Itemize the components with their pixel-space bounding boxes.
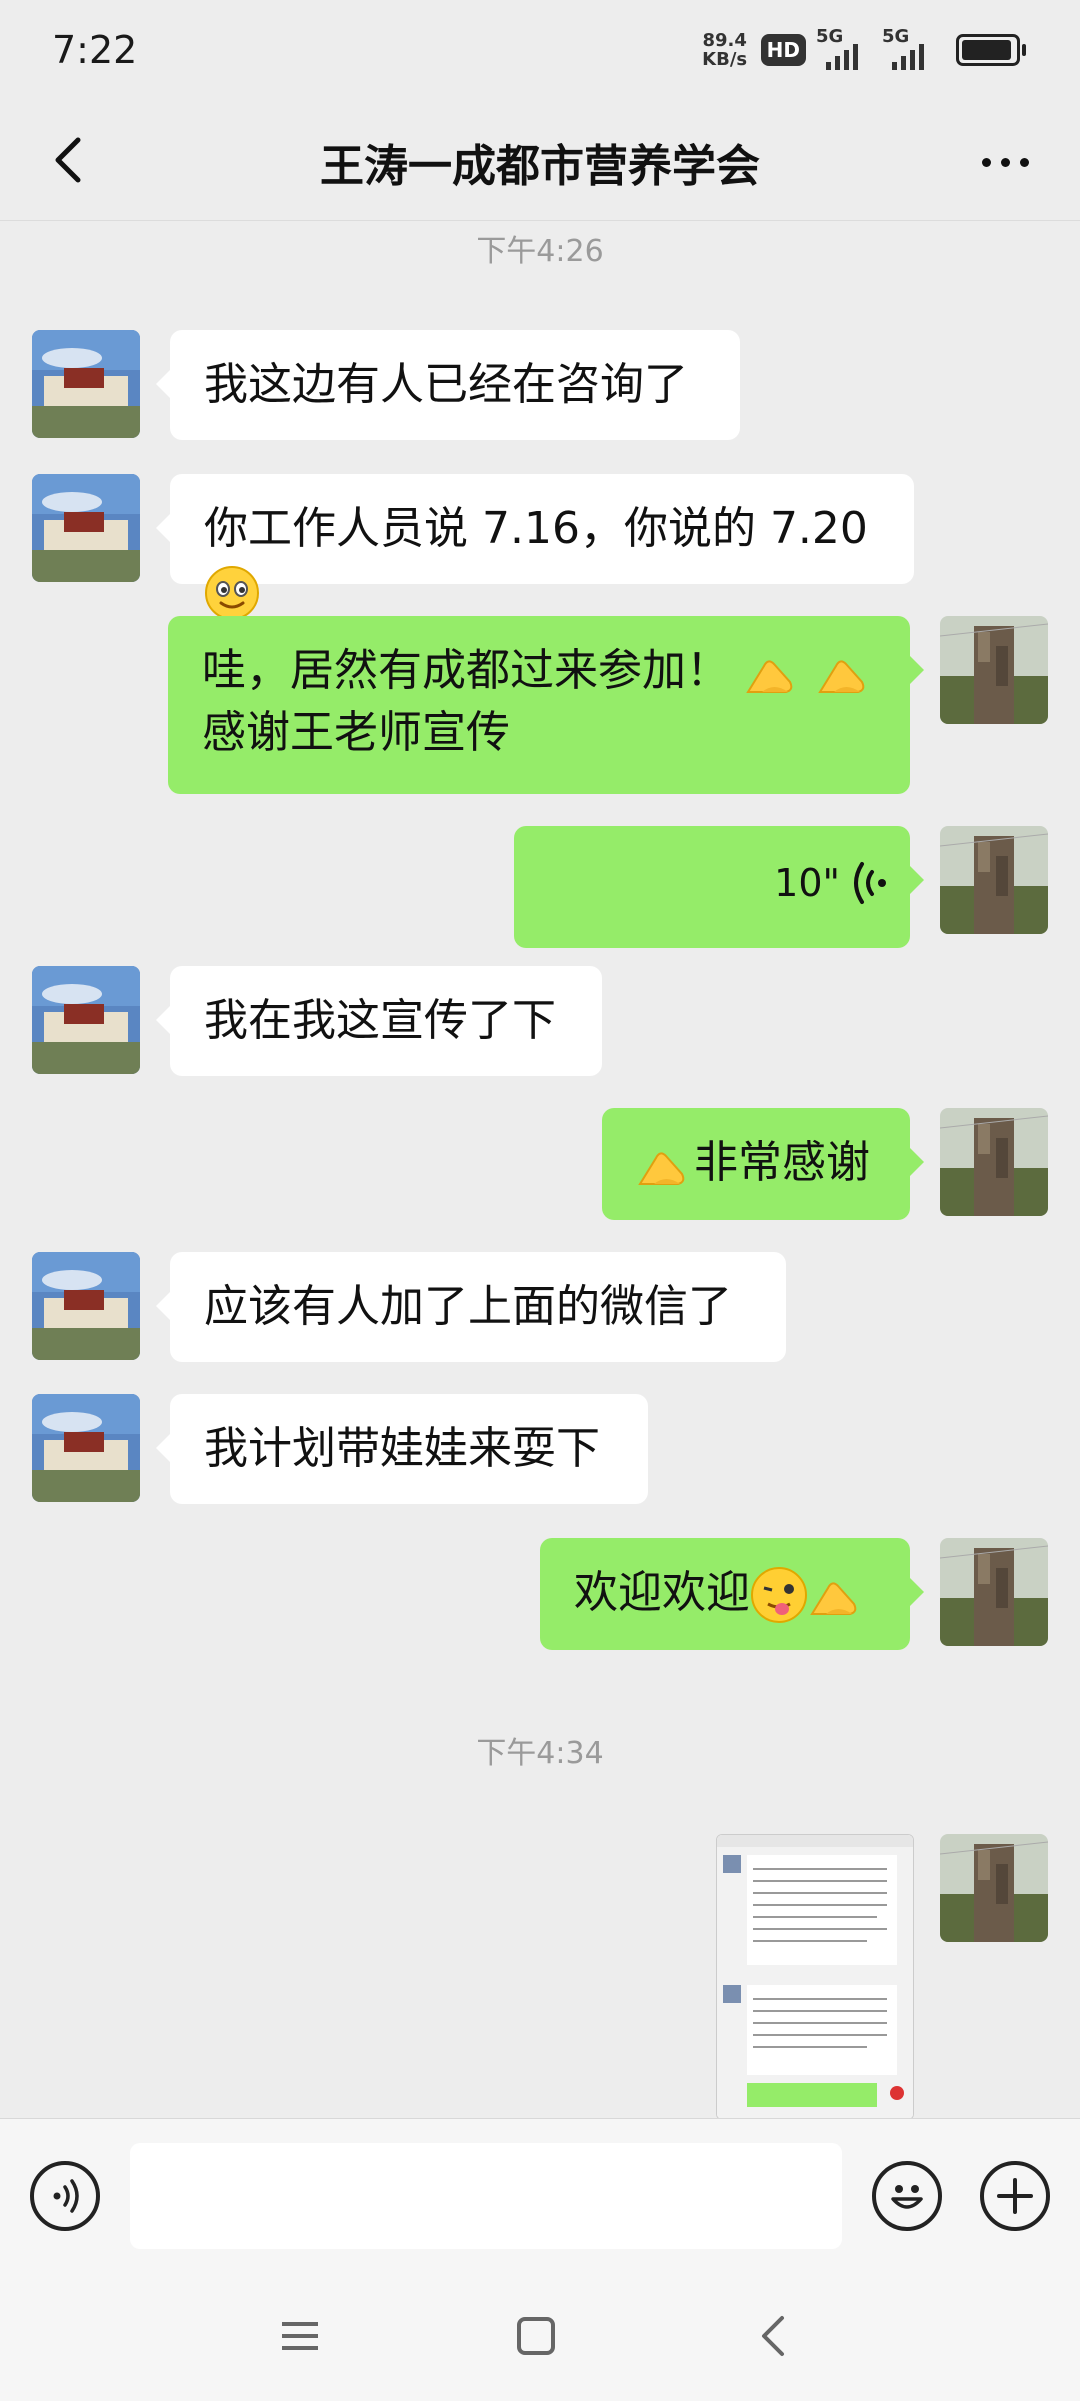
message-text: 哇，居然有成都过来参加！ <box>202 645 730 696</box>
contact-avatar[interactable] <box>32 1394 140 1502</box>
message-bubble[interactable]: 应该有人加了上面的微信了 <box>156 1252 786 1362</box>
voice-input-icon <box>53 2179 79 2213</box>
contact-avatar[interactable] <box>32 474 140 582</box>
message-bubble[interactable]: 我计划带娃娃来耍下 <box>156 1394 648 1504</box>
message-bubble[interactable]: 非常感谢 <box>602 1108 924 1220</box>
voice-duration: 10" <box>774 861 840 905</box>
back-triangle-icon[interactable] <box>752 2314 796 2358</box>
contact-avatar[interactable] <box>32 330 140 438</box>
timestamp: 下午4:34 <box>476 1736 604 1771</box>
message-input[interactable] <box>130 2143 842 2249</box>
home-square-icon[interactable] <box>514 2314 558 2358</box>
contact-avatar[interactable] <box>32 1252 140 1360</box>
signal-icon: 5G <box>882 26 938 70</box>
image-message[interactable] <box>716 1834 914 2120</box>
voice-input-button[interactable] <box>30 2161 100 2231</box>
ok-hand-emoji-icon <box>746 660 793 693</box>
signal-icon: 5G <box>816 26 872 70</box>
my-avatar[interactable] <box>940 1538 1048 1646</box>
message-text: 我在我这宣传了下 <box>204 995 556 1046</box>
message-bubble[interactable]: 哇，居然有成都过来参加！ 感谢王老师宣传 <box>168 616 924 794</box>
network-speed-unit: KB/s <box>702 49 748 70</box>
message-text: 应该有人加了上面的微信了 <box>204 1281 732 1332</box>
smile-emoji-icon <box>205 566 259 620</box>
my-avatar[interactable] <box>940 1108 1048 1216</box>
plus-button[interactable] <box>980 2161 1050 2231</box>
my-avatar[interactable] <box>940 826 1048 934</box>
more-dots-icon <box>981 157 991 167</box>
message-text: 你工作人员说 7.16，你说的 7.20 <box>204 503 868 554</box>
message-text: 我这边有人已经在咨询了 <box>204 359 688 410</box>
network-speed: 89.4 KB/s <box>699 31 751 69</box>
timestamp: 下午4:26 <box>476 234 604 269</box>
status-bar: 7:22 89.4 KB/s HD 5G 5G <box>0 0 1080 100</box>
plus-icon <box>997 2178 1033 2214</box>
ok-hand-emoji-icon <box>638 1152 685 1185</box>
message-text: 我计划带娃娃来耍下 <box>204 1423 600 1474</box>
wink-tongue-emoji-icon <box>751 1567 807 1623</box>
emoji-icon <box>891 2185 923 2209</box>
message-text: 非常感谢 <box>694 1137 870 1188</box>
message-line: 哇，居然有成都过来参加！ <box>202 640 876 702</box>
status-icons: 89.4 KB/s HD 5G 5G <box>699 26 1026 70</box>
message-bubble[interactable]: 你工作人员说 7.16，你说的 7.20 <box>156 474 914 620</box>
battery-level <box>962 40 1012 60</box>
sim2-label: 5G <box>882 26 910 47</box>
battery-icon <box>956 34 1026 66</box>
voice-wave-icon <box>854 862 886 904</box>
voice-message-bubble[interactable]: 10" <box>514 826 924 948</box>
menu-icon[interactable] <box>278 2314 322 2358</box>
hd-icon: HD <box>760 34 806 66</box>
emoji-button[interactable] <box>872 2161 942 2231</box>
sim1-label: 5G <box>816 26 844 47</box>
ok-hand-emoji-icon <box>810 1582 857 1615</box>
my-avatar[interactable] <box>940 616 1048 724</box>
chat-screenshot-thumbnail-icon <box>717 1835 913 2119</box>
message-line: 感谢王老师宣传 <box>202 707 510 758</box>
message-bubble[interactable]: 欢迎欢迎 <box>540 1538 924 1650</box>
more-button[interactable] <box>970 142 1040 182</box>
my-avatar[interactable] <box>940 1834 1048 1942</box>
network-speed-value: 89.4 <box>702 30 747 51</box>
message-bubble[interactable]: 我这边有人已经在咨询了 <box>156 330 740 440</box>
chat-title: 王涛一成都市营养学会 <box>320 141 760 192</box>
message-bubble[interactable]: 我在我这宣传了下 <box>156 966 602 1076</box>
message-text: 欢迎欢迎 <box>574 1567 750 1618</box>
status-time: 7:22 <box>52 28 138 72</box>
ok-hand-emoji-icon <box>818 660 865 693</box>
contact-avatar[interactable] <box>32 966 140 1074</box>
input-bar <box>0 2118 1080 2401</box>
chat-header: 王涛一成都市营养学会 <box>0 100 1080 221</box>
